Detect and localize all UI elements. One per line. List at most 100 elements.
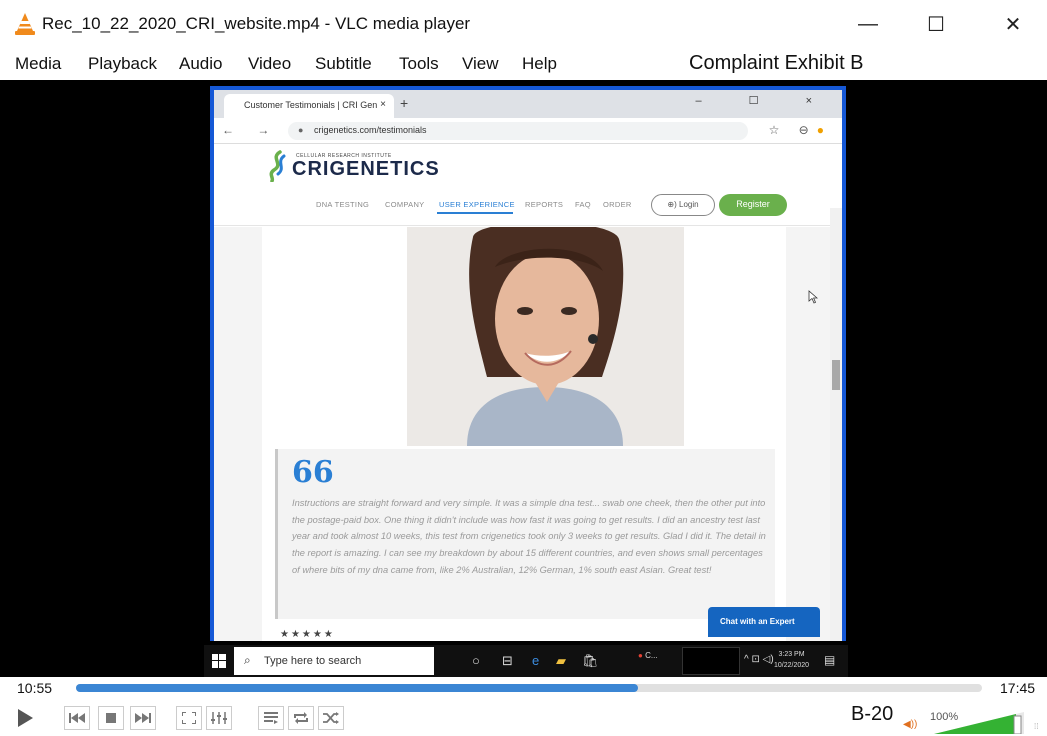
menu-view[interactable]: View [462,54,499,74]
testimonial-text: Instructions are straight forward and ve… [292,498,766,575]
loop-button[interactable] [288,706,314,730]
previous-button[interactable] [64,706,90,730]
playlist-button[interactable] [258,706,284,730]
chat-label: Chat with an Expert [720,617,795,626]
taskbar-clock: 3:23 PM 10/22/2020 [774,649,809,671]
seek-progress [76,684,638,692]
taskbar-search-placeholder: Type here to search [264,655,362,667]
menu-bar: Media Playback Audio Video Subtitle Tool… [0,48,1047,80]
file-explorer-icon: ▰ [556,653,566,668]
menu-subtitle[interactable]: Subtitle [315,54,372,74]
browser-url-field: ● crigenetics.com/testimonials [288,122,748,140]
cortana-icon: ○ [472,653,480,668]
stop-button[interactable] [98,706,124,730]
fullscreen-icon [182,712,196,724]
menu-video[interactable]: Video [248,54,291,74]
site-logo: CRIGENETICS [292,158,440,181]
rating-stars: ★★★★★ [280,629,335,640]
resize-grip-icon[interactable]: ⁞⁞ [1034,722,1038,731]
browser-tab-title: Customer Testimonials | CRI Gen [244,100,378,110]
site-register-button: Register [719,194,787,216]
edge-icon: e [532,653,540,668]
site-nav-user-experience: USER EXPERIENCE [439,200,515,209]
menu-tools[interactable]: Tools [399,54,439,74]
task-view-icon: ⊟ [502,653,513,668]
site-nav-dna-testing: DNA TESTING [316,200,370,209]
extended-settings-button[interactable] [206,706,232,730]
clock-time: 3:23 PM [778,651,805,658]
play-button[interactable] [12,706,38,730]
logo-cri: CRI [292,158,330,180]
system-tray-icons: ^ ⊡ ◁) [744,654,774,665]
taskbar-search: ⌕ Type here to search [234,647,434,675]
chrome-taskbar-label: C... [645,651,658,660]
next-button[interactable] [130,706,156,730]
store-icon: 🛍 [582,653,599,668]
active-nav-underline [437,212,513,214]
volume-slider[interactable] [934,712,1024,734]
quote-icon: 66 [292,455,334,490]
exhibit-label: Complaint Exhibit B [689,52,864,74]
menu-help[interactable]: Help [522,54,557,74]
title-bar: Rec_10_22_2020_CRI_website.mp4 - VLC med… [0,0,1047,48]
seek-slider[interactable] [76,684,982,692]
close-icon: ✕ [1004,13,1022,36]
next-icon [135,713,151,723]
loop-icon [294,712,308,724]
chat-with-expert-button: Chat with an Expert [708,607,820,637]
menu-audio[interactable]: Audio [179,54,222,74]
stop-icon [106,713,116,723]
total-time: 17:45 [1000,680,1036,696]
vlc-window: Rec_10_22_2020_CRI_website.mp4 - VLC med… [0,0,1047,736]
recorded-browser: Customer Testimonials | CRI Gen × + – ☐ … [210,86,846,641]
window-title: Rec_10_22_2020_CRI_website.mp4 - VLC med… [42,14,471,33]
extended-settings-icon [211,712,227,724]
maximize-button[interactable]: ☐ [913,8,959,40]
browser-tab: Customer Testimonials | CRI Gen × [224,94,394,118]
new-tab-icon: + [400,95,409,111]
logo-genetics: GENETICS [329,158,440,180]
browser-tab-strip: Customer Testimonials | CRI Gen × + – ☐ … [214,90,842,118]
browser-address-bar: ← → C ● crigenetics.com/testimonials ☆ ⊖… [214,118,842,144]
site-nav-company: COMPANY [385,200,425,209]
fullscreen-button[interactable] [176,706,202,730]
testimonial-page: 66 Instructions are straight forward and… [214,227,842,641]
site-nav-order: ORDER [603,200,632,209]
notification-icon: ▤ [824,653,836,667]
windows-start-icon [212,654,226,668]
browser-window-controls: – ☐ × [695,95,834,107]
close-button[interactable]: ✕ [990,8,1036,40]
elapsed-time: 10:55 [17,680,53,696]
browser-scrollbar [830,208,842,641]
vlc-cone-icon [15,13,35,35]
browser-toolbar-icons: ☆ ⊖● [769,123,832,137]
browser-url: crigenetics.com/testimonials [314,125,427,135]
redacted-taskbar-item [682,647,740,675]
play-icon [18,709,33,727]
shuffle-icon [323,712,339,724]
minimize-icon: — [858,12,878,35]
menu-playback[interactable]: Playback [88,54,157,74]
playlist-icon [264,712,278,724]
exhibit-number: B-20 [851,703,894,725]
site-nav-reports: REPORTS [525,200,564,209]
seek-row: 10:55 17:45 [0,677,1047,699]
chrome-taskbar-item: ● C... [638,651,658,660]
video-area[interactable]: Customer Testimonials | CRI Gen × + – ☐ … [0,80,1047,677]
mouse-cursor-icon [808,290,818,304]
testimonial-quote: 66 Instructions are straight forward and… [275,449,775,619]
tab-close-icon: × [380,99,386,110]
site-login-button: ⊕) Login [651,194,715,216]
previous-icon [69,713,85,723]
clock-date: 10/22/2020 [774,662,810,669]
browser-scroll-thumb [832,360,840,390]
lock-icon: ● [298,125,304,135]
shuffle-button[interactable] [318,706,344,730]
speaker-icon[interactable]: ◀)) [903,719,917,730]
dna-helix-icon [269,150,286,182]
menu-media[interactable]: Media [15,54,61,74]
minimize-button[interactable]: — [845,8,891,40]
testimonial-card: 66 Instructions are straight forward and… [262,227,786,641]
bookmark-star-icon: ☆ ⊖ [768,123,817,137]
testimonial-photo [407,227,684,446]
